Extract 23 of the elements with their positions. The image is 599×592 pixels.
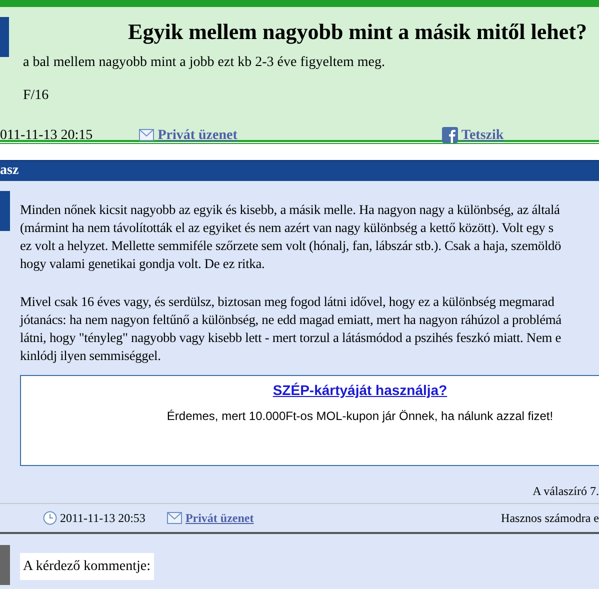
post-date: 2011-11-13 20:53 [60,510,146,527]
private-message-link[interactable]: Privát üzenet [158,124,238,146]
ad-link[interactable]: SZÉP-kártyáját használja? [272,380,448,401]
question-title: Egyik mellem nagyobb mint a másik mitől lehet? [128,18,587,46]
clock-icon [43,511,57,525]
answer-paragraph: Minden nőnek kicsit nagyobb az egyik és kisebb, a másik melle. Ha nagyon nagy a különbség, az általá (mármint ha nem távolították el az egyiket és nem azért van nagy különbség a kettő között). Volt egy s ez volt a helyzet. Mellette semmiféle szőrzete sem volt (hónalj, fan, lábszár stb.). Csak a haja, szemöldö hogy valami genetikai gondja volt. De ez ritka. [20,201,562,273]
useful-label: Hasznos számodra e [501,510,599,527]
header-title: asz [0,164,19,178]
avatar-icon [0,17,9,57]
private-message-link[interactable]: Privát üzenet [185,509,254,527]
question-text: a bal mellem nagyobb mint a jobb ezt kb 2-3 éve figyeltem meg. [23,54,386,72]
comment-label: A kérdező kommentje: [20,553,154,580]
like-link[interactable]: Tetszik [461,124,504,146]
envelope-icon [167,512,182,524]
envelope-icon [138,129,154,141]
answer-paragraph: Mivel csak 16 éves vagy, és serdülsz, biztosan meg fogod látni idővel, hogy ez a különbség megmarad jótanács: ha nem nagyon feltűnő a különbség, ne edd magad emiatt, mert ha nagyon ráhúzol a problémá látni, hogy "tényleg" nagyobb vagy kisebb lett - mert torzul a látásmódod a pszihés feszkó miatt. Nem e kinlódj ilyen semmiséggel. [20,293,562,365]
avatar-icon [0,545,10,585]
question-text: F/16 [23,87,50,105]
ad-text: Érdemes, mert 10.000Ft-os MOL-kupon jár Önnek, ha nálunk azzal fizet! [166,408,554,425]
facebook-icon [442,127,458,143]
author-note: A válaszíró 7. [532,484,599,498]
avatar-icon [0,191,10,231]
post-date: 011-11-13 20:15 [0,126,93,144]
